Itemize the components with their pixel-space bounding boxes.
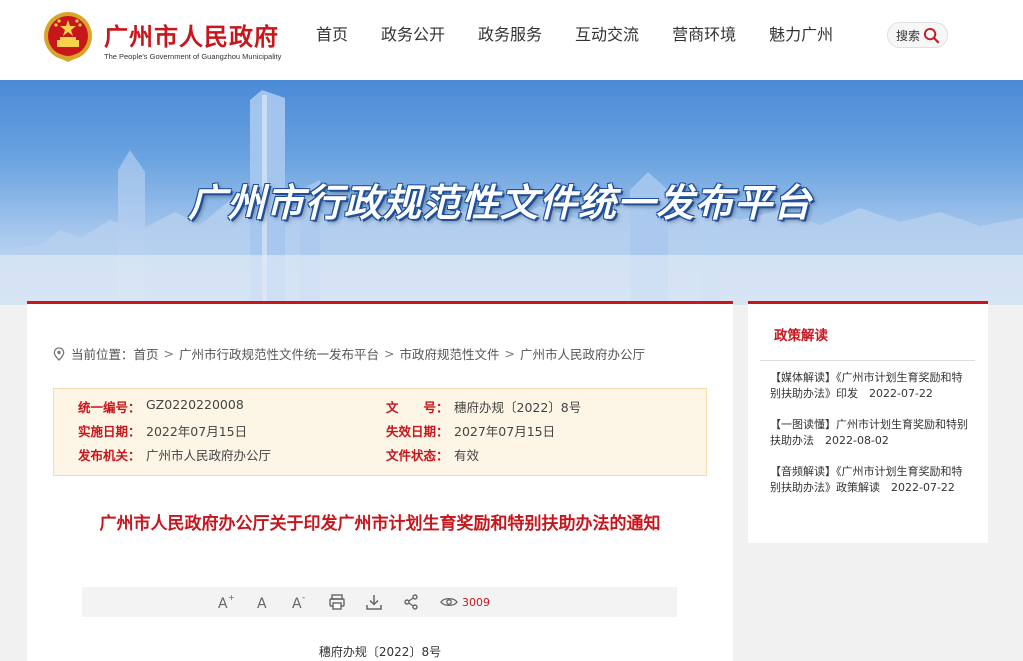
site-header: 广州市人民政府 The People's Government of Guang… [0, 0, 1023, 80]
font-reset-button[interactable]: A [253, 592, 273, 612]
document-meta-box: 统一编号： GZ0220220008 文 号： 穗府办规〔2022〕8号 实施日… [53, 388, 707, 476]
banner-title: 广州市行政规范性文件统一发布平台 [187, 181, 812, 225]
print-button[interactable] [327, 592, 347, 612]
breadcrumb-separator: > [163, 346, 175, 361]
svg-text:+: + [228, 593, 235, 602]
interpretation-link-audio[interactable]: 【音频解读】《广州市计划生育奖励和特别扶助办法》政策解读 2022-07-22 [770, 464, 970, 496]
share-button[interactable] [401, 592, 421, 612]
meta-row: 实施日期： 2022年07月15日 失效日期： 2027年07月15日 [54, 421, 706, 443]
divider [760, 360, 975, 361]
breadcrumb-platform[interactable]: 广州市行政规范性文件统一发布平台 [179, 344, 379, 363]
issuer-value: 广州市人民政府办公厅 [146, 448, 272, 463]
nav-business-env[interactable]: 营商环境 [672, 24, 736, 46]
effective-date-value: 2022年07月15日 [146, 424, 248, 439]
search-button[interactable]: 搜索 [887, 22, 948, 48]
issuer-label: 发布机关： [78, 448, 141, 463]
nav-interaction[interactable]: 互动交流 [575, 24, 639, 46]
search-label: 搜索 [896, 28, 921, 43]
interpretation-link-infographic[interactable]: 【一图读懂】广州市计划生育奖励和特别扶助办法 2022-08-02 [770, 417, 970, 449]
interpretation-link-media[interactable]: 【媒体解读】《广州市计划生育奖励和特别扶助办法》印发 2022-07-22 [770, 370, 970, 402]
eye-icon [440, 597, 458, 607]
svg-text:A: A [292, 596, 302, 612]
docnum-value: 穗府办规〔2022〕8号 [454, 400, 582, 415]
svg-text:A: A [218, 596, 228, 612]
site-name[interactable]: 广州市人民政府 [104, 17, 279, 52]
breadcrumb-home[interactable]: 首页 [134, 344, 159, 363]
breadcrumb-municipal-docs[interactable]: 市政府规范性文件 [400, 344, 500, 363]
expire-date-label: 失效日期： [386, 424, 449, 439]
breadcrumb: 当前位置： 首页 > 广州市行政规范性文件统一发布平台 > 市政府规范性文件 >… [53, 344, 645, 363]
font-increase-icon: A + [218, 593, 235, 612]
reading-toolbar: A + A A- 3009 [82, 587, 677, 617]
site-name-english: The People's Government of Guangzhou Mun… [104, 52, 282, 61]
font-decrease-icon: A- [292, 593, 305, 612]
banner: 广州市行政规范性文件统一发布平台 [0, 80, 1023, 305]
nav-gov-services[interactable]: 政务服务 [478, 24, 542, 46]
meta-row: 发布机关： 广州市人民政府办公厅 文件状态： 有效 [54, 445, 706, 467]
national-emblem-icon[interactable] [42, 10, 94, 68]
share-icon [404, 594, 418, 610]
main-content: 当前位置： 首页 > 广州市行政规范性文件统一发布平台 > 市政府规范性文件 >… [27, 301, 733, 661]
serial-value: GZ0220220008 [146, 397, 244, 412]
breadcrumb-separator: > [384, 346, 395, 361]
breadcrumb-general-office[interactable]: 广州市人民政府办公厅 [520, 344, 645, 363]
location-pin-icon [53, 346, 65, 361]
expire-date-value: 2027年07月15日 [454, 424, 556, 439]
svg-text:-: - [302, 593, 305, 603]
breadcrumb-separator: > [504, 346, 516, 361]
font-decrease-button[interactable]: A- [290, 592, 310, 612]
print-icon [329, 594, 345, 610]
nav-home[interactable]: 首页 [316, 24, 348, 46]
svg-text:A: A [257, 596, 267, 612]
download-button[interactable] [364, 592, 384, 612]
panel-title: 政策解读 [774, 328, 828, 344]
download-icon [366, 595, 382, 610]
effective-date-label: 实施日期： [78, 424, 141, 439]
main-nav: 首页 政务公开 政务服务 互动交流 营商环境 魅力广州 [316, 24, 866, 46]
font-reset-icon: A [257, 596, 267, 612]
document-title: 广州市人民政府办公厅关于印发广州市计划生育奖励和特别扶助办法的通知 [99, 514, 661, 534]
nav-gov-affairs[interactable]: 政务公开 [381, 24, 445, 46]
status-value: 有效 [454, 448, 480, 463]
docnum-label: 文 号： [386, 400, 449, 415]
policy-interpretation-panel: 政策解读 【媒体解读】《广州市计划生育奖励和特别扶助办法》印发 2022-07-… [748, 301, 988, 543]
view-count: 3009 [440, 596, 490, 609]
search-icon [923, 27, 940, 43]
view-count-value: 3009 [462, 595, 490, 609]
meta-row: 统一编号： GZ0220220008 文 号： 穗府办规〔2022〕8号 [54, 397, 706, 419]
serial-label: 统一编号： [78, 400, 141, 415]
document-number: 穗府办规〔2022〕8号 [318, 645, 442, 659]
nav-charm-guangzhou[interactable]: 魅力广州 [769, 24, 833, 46]
status-label: 文件状态： [386, 448, 449, 463]
font-increase-button[interactable]: A + [216, 592, 236, 612]
breadcrumb-prefix: 当前位置： [71, 347, 134, 362]
